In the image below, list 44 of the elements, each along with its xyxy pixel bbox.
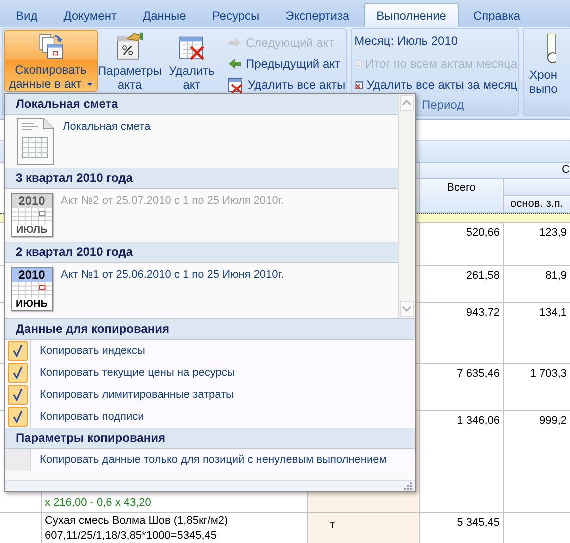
calendar-icon: 2010 ИЮНЬ — [11, 267, 53, 311]
ribbon-tab[interactable]: Справка — [461, 5, 533, 27]
table-cell-text: 1 703,3 — [529, 368, 567, 380]
table-cell-text: т — [328, 518, 336, 531]
ribbon-small-button[interactable]: Предыдущий акт — [228, 54, 346, 73]
month-label: Месяц: Июль 2010 — [354, 33, 460, 50]
table-cell-text: 123,9 — [538, 227, 567, 239]
ribbon-tab[interactable]: Данные — [130, 5, 198, 27]
ribbon-large-button[interactable]: Удалить акт — [162, 30, 222, 92]
section-heading: 2 квартал 2010 года — [5, 242, 398, 263]
option-item[interactable]: Копировать текущие цены на ресурсы — [5, 362, 415, 384]
section-heading: Данные для копирования — [5, 319, 415, 340]
ribbon-large-button[interactable]: Скопировать данные в акт — [4, 30, 98, 92]
option-item[interactable]: Копировать подписи — [5, 406, 415, 428]
option-item[interactable]: Копировать индексы — [5, 340, 415, 362]
table-cell: 261,58 — [466, 270, 500, 282]
ribbon-tab[interactable]: Выполнение — [364, 3, 460, 27]
ribbon-large-button[interactable]: Параметры акта — [100, 30, 160, 92]
ribbon-tab[interactable]: Экспертиза — [274, 5, 362, 27]
table-cell-text: 134,1 — [538, 307, 567, 319]
ribbon-tab[interactable]: Документ — [52, 5, 129, 27]
table-cell: 520,66 — [466, 227, 500, 239]
table-cell: 1 346,06 — [457, 415, 500, 427]
table-cell: 943,72 — [466, 307, 500, 319]
source-item[interactable]: Локальная смета — [5, 115, 398, 168]
table-cell-text: 81,9 — [544, 270, 567, 282]
option-item[interactable]: Копировать лимитированные затраты — [5, 384, 415, 406]
source-item[interactable]: 2010 ИЮНЬ Акт №1 от 25.06.2010 с 1 по 25 Июня 2010г. — [5, 263, 398, 316]
formula-text: x 216,00 - 0,6 x 43,20 — [45, 497, 152, 510]
table-cell-text: Сухая смесь Волма Шов (1,85кг/м2) 607,11/25/1,18/3,85*1000=5345,45 — [45, 514, 230, 543]
column-header: Всего — [420, 179, 504, 213]
calendar-icon: 2010 ИЮЛЬ — [11, 193, 53, 237]
table-cell: 7 635,46 — [457, 368, 500, 380]
option-item[interactable]: Копировать данные только для позиций с ненулевым выполнением — [5, 449, 415, 471]
table-cell-text: 999,2 — [538, 415, 567, 427]
section-heading: Параметры копирования — [5, 428, 415, 449]
section-heading: 3 квартал 2010 года — [5, 168, 398, 189]
ribbon-tab[interactable]: Вид — [4, 5, 50, 27]
table-cell: 5 345,45 — [457, 517, 500, 529]
column-header: С — [420, 163, 570, 179]
column-header: основ. з.п. — [504, 196, 570, 213]
group-label: Период — [422, 98, 464, 112]
section-heading: Локальная смета — [5, 94, 398, 115]
ribbon-tab[interactable]: Ресурсы — [200, 5, 272, 27]
